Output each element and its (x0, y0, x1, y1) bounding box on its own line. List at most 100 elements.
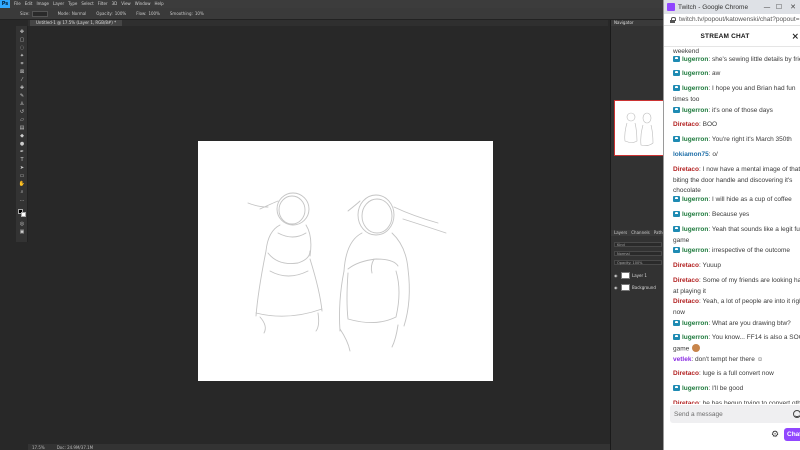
maximize-icon[interactable]: ☐ (774, 2, 784, 12)
subscriber-badge-icon[interactable] (673, 84, 680, 91)
chat-username[interactable]: Diretaco (673, 262, 699, 269)
chat-username[interactable]: Diretaco (673, 400, 699, 404)
ps-menu-image[interactable]: Image (36, 0, 49, 8)
chat-send-button[interactable]: Chat (784, 428, 800, 441)
ps-menu-view[interactable]: View (121, 0, 131, 8)
address-bar[interactable]: twitch.tv/popout/katowenski/chat?popout= (664, 14, 800, 26)
chat-username[interactable]: lugerron (682, 226, 708, 233)
chat-username[interactable]: Diretaco (673, 121, 699, 128)
layer-blend-mode[interactable]: Normal (614, 251, 662, 256)
quick-mask-icon[interactable]: ◎ (18, 222, 26, 227)
mode-option[interactable]: Mode: Normal (58, 11, 87, 16)
subscriber-badge-icon[interactable] (673, 69, 680, 76)
smiley-icon[interactable] (793, 410, 800, 418)
chat-message-text: game (673, 236, 690, 244)
url-text[interactable]: twitch.tv/popout/katowenski/chat?popout= (679, 16, 800, 23)
clone-stamp-tool-icon[interactable]: ♙ (18, 102, 26, 107)
gradient-tool-icon[interactable]: ▤ (18, 126, 26, 131)
layer-kind-filter[interactable]: Kind (614, 242, 662, 247)
ps-menu-layer[interactable]: Layer (53, 0, 64, 8)
document-canvas[interactable] (198, 141, 493, 381)
flow-option[interactable]: Flow: 100% (136, 11, 160, 16)
layer-row-background[interactable]: ◉ Background (611, 282, 664, 292)
subscriber-badge-icon[interactable] (673, 135, 680, 142)
minimize-icon[interactable]: — (762, 2, 772, 12)
chat-username[interactable]: lugerron (682, 320, 708, 327)
navigator-panel-title[interactable]: Navigator (611, 20, 664, 26)
chat-username[interactable]: Diretaco (673, 298, 699, 305)
history-brush-tool-icon[interactable]: ↺ (18, 110, 26, 115)
chat-message-input[interactable] (670, 405, 790, 423)
hand-tool-icon[interactable]: ✋ (18, 182, 26, 187)
eyedropper-tool-icon[interactable]: ⁄ (18, 78, 26, 83)
zoom-tool-icon[interactable]: ⌕ (18, 190, 26, 195)
screen-mode-icon[interactable]: ▣ (18, 230, 26, 235)
chat-username[interactable]: lugerron (682, 211, 708, 218)
healing-brush-tool-icon[interactable]: ✚ (18, 86, 26, 91)
smoothing-option[interactable]: Smoothing: 10% (170, 11, 204, 16)
gear-icon[interactable]: ⚙ (771, 430, 779, 440)
background-color-swatch[interactable] (21, 212, 26, 217)
magic-wand-tool-icon[interactable]: ✦ (18, 54, 26, 59)
dodge-tool-icon[interactable]: ● (18, 142, 26, 147)
eraser-tool-icon[interactable]: ▱ (18, 118, 26, 123)
chat-username[interactable]: Diretaco (673, 277, 699, 284)
lock-icon[interactable] (670, 16, 676, 23)
lasso-tool-icon[interactable]: ◌ (18, 46, 26, 51)
subscriber-badge-icon[interactable] (673, 210, 680, 217)
pen-tool-icon[interactable]: ✒ (18, 150, 26, 155)
chat-username[interactable]: lugerron (682, 70, 708, 77)
subscriber-badge-icon[interactable] (673, 246, 680, 253)
layer-row-layer-1[interactable]: ◉ Layer 1 (611, 270, 664, 280)
chat-username[interactable]: Diretaco (673, 370, 699, 377)
chat-username[interactable]: lugerron (682, 247, 708, 254)
crop-tool-icon[interactable]: ⌗ (18, 62, 26, 67)
layer-opacity[interactable]: Opacity: 100% (614, 260, 662, 265)
chat-username[interactable]: lugerron (682, 385, 708, 392)
chat-username[interactable]: lokiamon75 (673, 151, 709, 158)
subscriber-badge-icon[interactable] (673, 333, 680, 340)
chat-username[interactable]: lugerron (682, 56, 708, 63)
layers-tab-channels[interactable]: Channels (631, 230, 650, 236)
move-tool-icon[interactable]: ✥ (18, 30, 26, 35)
type-tool-icon[interactable]: T (18, 158, 26, 163)
chat-username[interactable]: lugerron (682, 196, 708, 203)
chat-username[interactable]: lugerron (682, 85, 708, 92)
chat-username[interactable]: lugerron (682, 107, 708, 114)
path-selection-tool-icon[interactable]: ➤ (18, 166, 26, 171)
chat-username[interactable]: Diretaco (673, 166, 699, 173)
shape-tool-icon[interactable]: ▭ (18, 174, 26, 179)
chat-username[interactable]: lugerron (682, 136, 708, 143)
layers-tab-layers[interactable]: Layers (614, 230, 627, 236)
subscriber-badge-icon[interactable] (673, 319, 680, 326)
more-tools-icon[interactable]: … (18, 198, 26, 203)
brush-size-option[interactable]: Size: (20, 10, 48, 17)
subscriber-badge-icon[interactable] (673, 195, 680, 202)
ps-menu-file[interactable]: File (14, 0, 21, 8)
zoom-level[interactable]: 17.5% (32, 445, 45, 450)
opacity-option[interactable]: Opacity: 100% (96, 11, 126, 16)
marquee-tool-icon[interactable]: ▢ (18, 38, 26, 43)
subscriber-badge-icon[interactable] (673, 225, 680, 232)
chat-username[interactable]: vetlek (673, 356, 691, 363)
close-icon[interactable]: ✕ (788, 2, 798, 12)
frame-tool-icon[interactable]: ⊠ (18, 70, 26, 75)
subscriber-badge-icon[interactable] (673, 55, 680, 62)
ps-menu-help[interactable]: Help (154, 0, 163, 8)
ps-menu-3d[interactable]: 3D (112, 0, 118, 8)
collapse-arrows-icon[interactable]: ⨯ (791, 32, 799, 42)
ps-menu-select[interactable]: Select (81, 0, 93, 8)
visibility-eye-icon[interactable]: ◉ (614, 285, 619, 290)
subscriber-badge-icon[interactable] (673, 106, 680, 113)
ps-menu-edit[interactable]: Edit (25, 0, 33, 8)
blur-tool-icon[interactable]: ◆ (18, 134, 26, 139)
chat-username[interactable]: lugerron (682, 334, 708, 341)
ps-menu-type[interactable]: Type (68, 0, 77, 8)
chat-message-list[interactable]: weekend lugerron: she's sewing little det… (664, 47, 800, 404)
ps-menu-window[interactable]: Window (135, 0, 151, 8)
subscriber-badge-icon[interactable] (673, 384, 680, 391)
brush-tool-icon[interactable]: ✎ (18, 94, 26, 99)
ps-menu-filter[interactable]: Filter (98, 0, 108, 8)
navigator-thumbnail[interactable] (614, 100, 664, 156)
visibility-eye-icon[interactable]: ◉ (614, 273, 619, 278)
